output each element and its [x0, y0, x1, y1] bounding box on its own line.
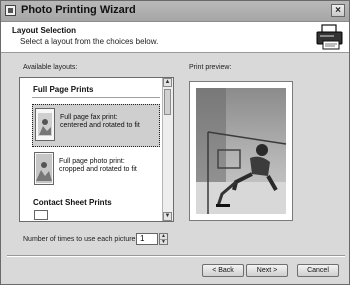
layout-thumbnail — [35, 108, 55, 141]
layout-option-title: Full page photo print: — [59, 158, 125, 165]
wizard-header: Layout Selection Select a layout from th… — [1, 22, 349, 53]
copies-input[interactable]: 1 — [136, 233, 158, 245]
app-icon — [5, 5, 16, 16]
back-button[interactable]: < Back — [202, 264, 244, 277]
layout-option-text: Full page photo print: cropped and rotat… — [59, 158, 159, 174]
scroll-up-button[interactable]: ▲ — [163, 78, 172, 87]
spin-down-button[interactable]: ▼ — [160, 239, 167, 245]
layout-thumbnail — [34, 152, 54, 185]
section-divider — [32, 97, 160, 98]
layout-option-text: Full page fax print: centered and rotate… — [60, 114, 160, 130]
print-preview — [189, 81, 293, 221]
layout-option-fax-print[interactable]: Full page fax print: centered and rotate… — [32, 104, 160, 147]
printer-icon — [316, 24, 343, 50]
layout-list-scrollbar[interactable]: ▲ ▼ — [162, 78, 173, 221]
scroll-thumb[interactable] — [164, 89, 171, 115]
layout-option-title: Full page fax print: — [60, 114, 118, 121]
page-title: Layout Selection — [12, 26, 77, 35]
copies-spinner[interactable]: ▲ ▼ — [159, 233, 168, 245]
contact-sheet-thumbnail — [34, 210, 48, 220]
print-preview-label: Print preview: — [189, 64, 232, 71]
close-button[interactable]: × — [331, 4, 345, 17]
scroll-down-button[interactable]: ▼ — [163, 212, 172, 221]
wizard-window: Photo Printing Wizard × Layout Selection… — [0, 0, 350, 285]
next-button[interactable]: Next > — [246, 264, 288, 277]
cancel-button[interactable]: Cancel — [297, 264, 339, 277]
preview-photo — [196, 88, 287, 214]
layout-option-desc: cropped and rotated to fit — [59, 166, 137, 173]
page-subtitle: Select a layout from the choices below. — [20, 37, 159, 46]
copies-label: Number of times to use each picture: — [23, 236, 138, 243]
layout-list[interactable]: Full Page Prints Full page fax print: ce… — [19, 77, 174, 222]
layout-option-photo-print[interactable]: Full page photo print: cropped and rotat… — [32, 149, 160, 192]
title-bar[interactable]: Photo Printing Wizard × — [1, 1, 349, 22]
section-contact-sheet-prints: Contact Sheet Prints — [33, 198, 112, 207]
section-full-page-prints: Full Page Prints — [33, 85, 94, 94]
footer-divider — [7, 255, 345, 257]
layout-option-desc: centered and rotated to fit — [60, 122, 140, 129]
available-layouts-label: Available layouts: — [23, 64, 78, 71]
window-title: Photo Printing Wizard — [21, 4, 136, 16]
